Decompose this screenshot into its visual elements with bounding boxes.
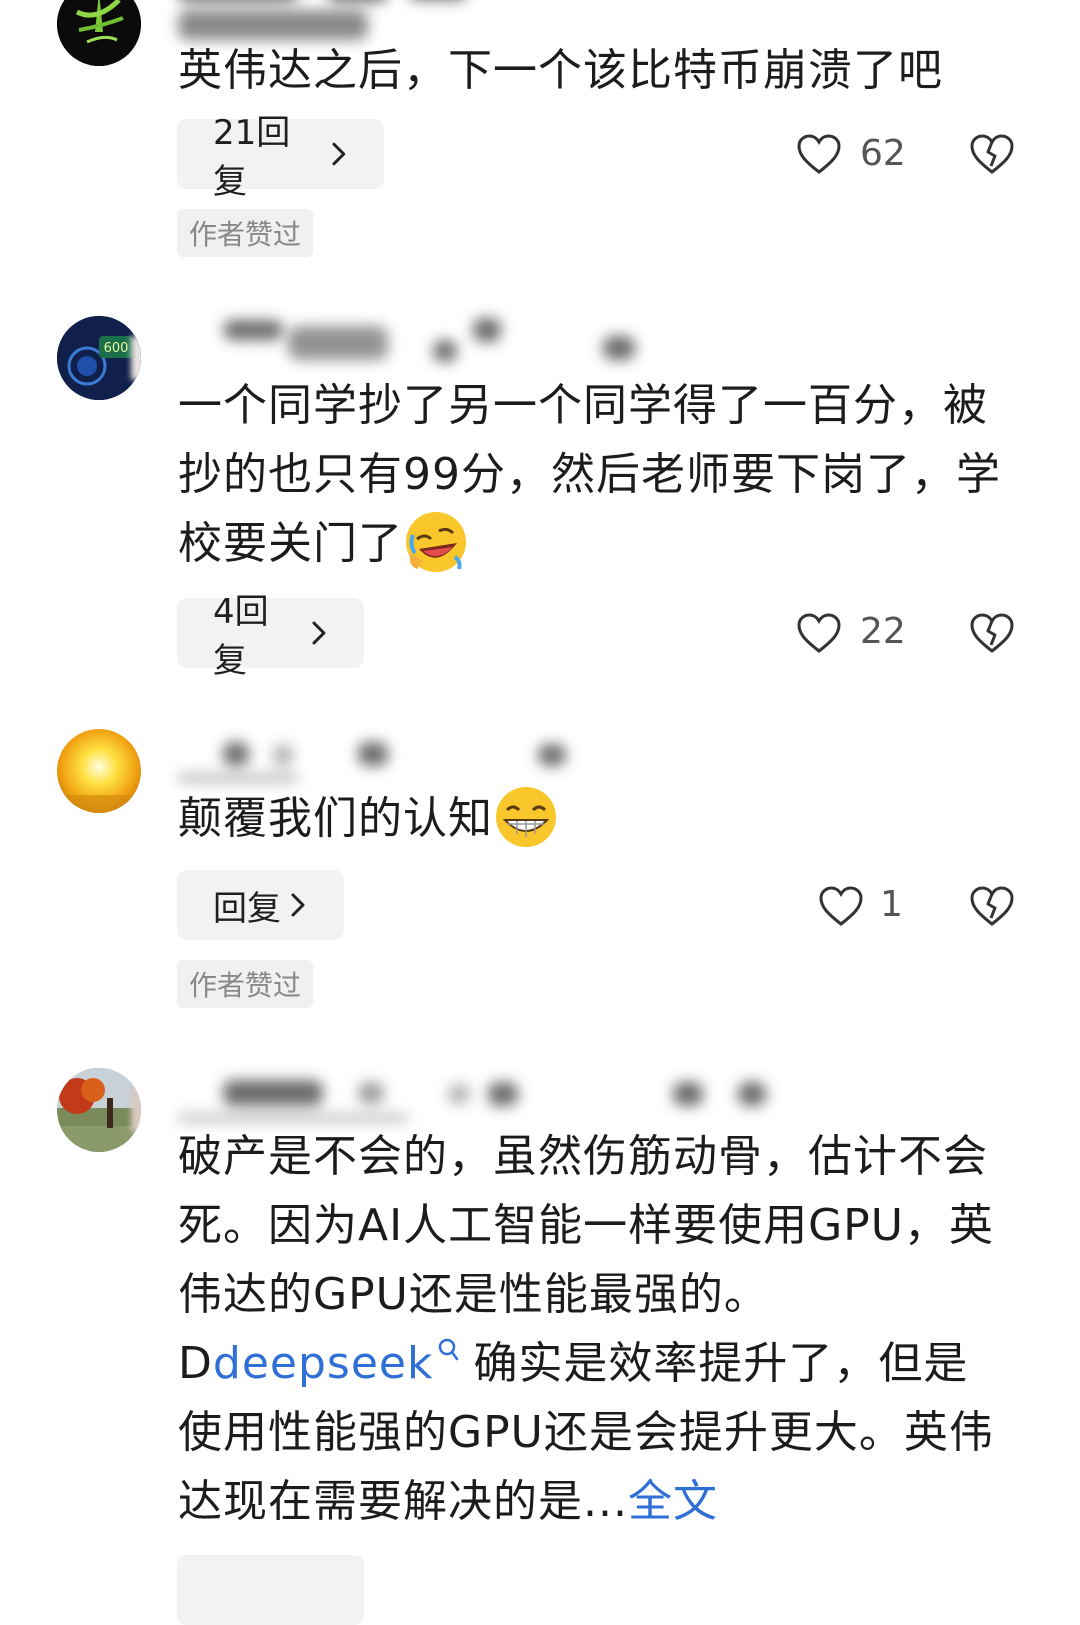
reply-button[interactable]: 4回复: [177, 592, 364, 681]
reply-button[interactable]: 回复: [177, 870, 344, 940]
comment-text-body: 颠覆我们的认知: [178, 793, 493, 844]
chevron-right-icon: [332, 142, 346, 166]
heart-icon[interactable]: [818, 885, 864, 927]
chevron-right-icon: [291, 893, 305, 917]
like-count: 22: [860, 611, 906, 652]
comment-text: 一个同学抄了另一个同学得了一百分，被抄的也只有99分，然后老师要下岗了，学校要关…: [178, 371, 1008, 578]
avatar[interactable]: [57, 1068, 141, 1152]
author-liked-badge: 作者赞过: [177, 960, 314, 1008]
comment-text-body: 一个同学抄了另一个同学得了一百分，被抄的也只有99分，然后老师要下岗了，学校要关…: [178, 380, 1001, 569]
broken-heart-icon[interactable]: [970, 612, 1014, 654]
broken-heart-icon[interactable]: [970, 133, 1014, 175]
broken-heart-icon[interactable]: [970, 885, 1014, 927]
reply-label: 回复: [213, 888, 281, 929]
username-redacted[interactable]: [178, 1070, 818, 1130]
comment-text: 破产是不会的，虽然伤筋动骨，估计不会死。因为AI人工智能一样要使用GPU，英伟达…: [178, 1122, 1008, 1536]
username-redacted[interactable]: [178, 732, 818, 792]
search-icon[interactable]: [437, 1337, 459, 1367]
deepseek-link[interactable]: deepseek: [213, 1338, 434, 1389]
reply-button[interactable]: [177, 1555, 364, 1625]
heart-icon[interactable]: [796, 612, 842, 654]
avatar[interactable]: 600: [57, 316, 141, 400]
comment-text: 颠覆我们的认知: [178, 784, 1008, 853]
username-redacted[interactable]: [178, 312, 818, 372]
avatar[interactable]: [57, 729, 141, 813]
reply-label: 4回复: [213, 592, 269, 681]
author-liked-badge: 作者赞过: [177, 209, 314, 257]
comment-text: 英伟达之后，下一个该比特币崩溃了吧: [178, 45, 943, 96]
grinning-emoji-icon: [496, 787, 556, 847]
like-count: 62: [860, 133, 906, 174]
rolling-laughing-emoji-icon: [406, 512, 466, 572]
svg-text:600: 600: [104, 341, 129, 356]
heart-icon[interactable]: [796, 133, 842, 175]
full-text-link[interactable]: 全文: [628, 1476, 718, 1527]
chevron-right-icon: [312, 621, 326, 645]
reply-button[interactable]: 21回复: [177, 113, 384, 202]
avatar[interactable]: [57, 0, 141, 66]
reply-label: 21回复: [213, 113, 291, 202]
like-count: 1: [880, 884, 903, 925]
username-redacted[interactable]: [178, 0, 818, 40]
